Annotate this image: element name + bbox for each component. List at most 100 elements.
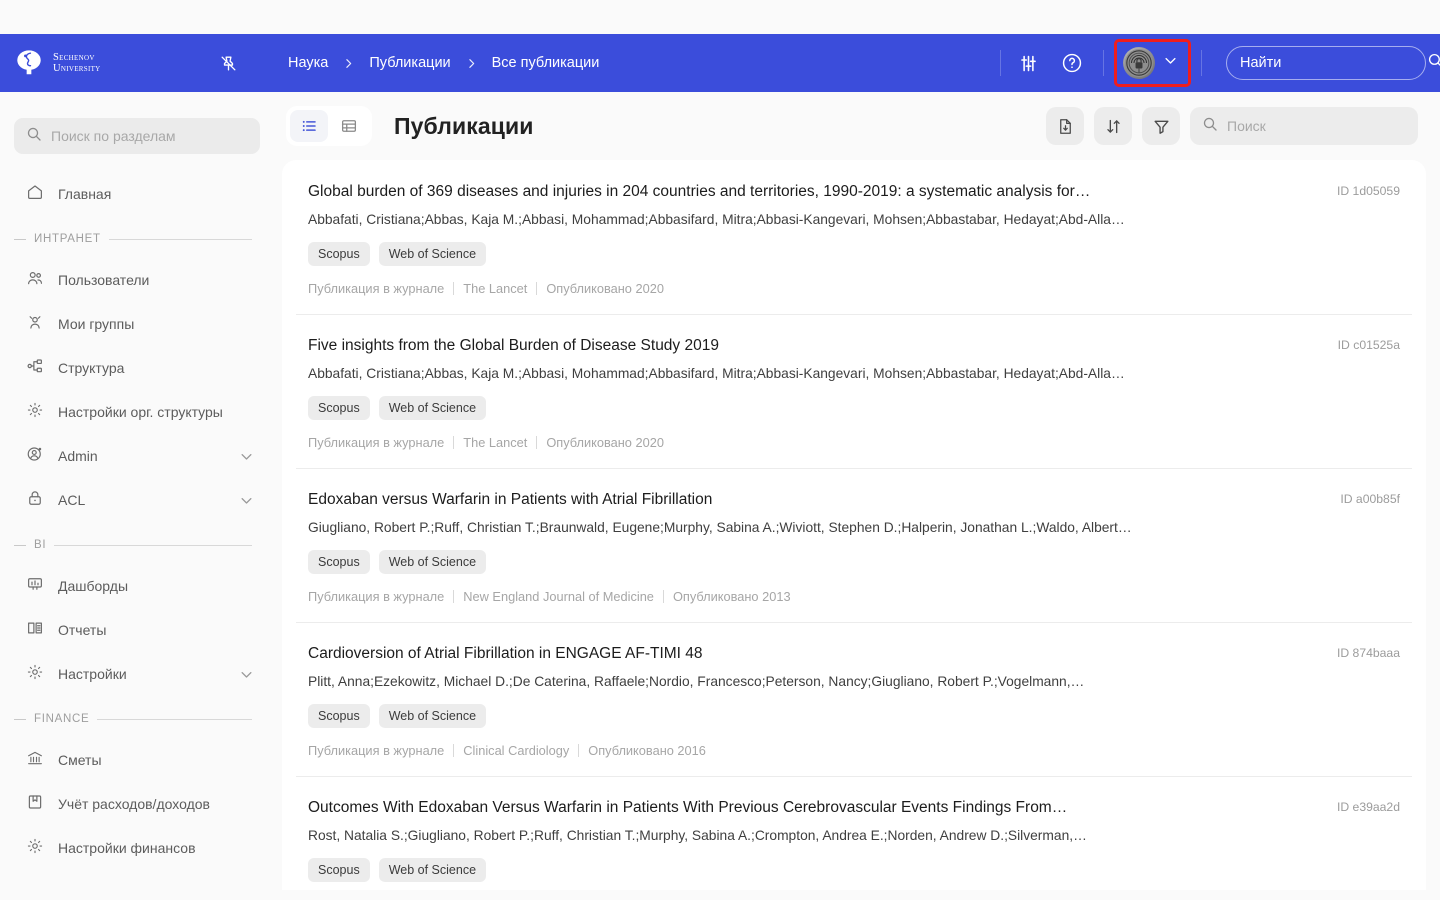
chevron-down-icon[interactable]	[239, 449, 254, 464]
meta-divider	[536, 282, 538, 295]
sidebar-item-label: ACL	[58, 492, 86, 508]
list-view-button[interactable]	[290, 110, 328, 142]
publication-journal: Clinical Cardiology	[463, 743, 570, 758]
filter-button[interactable]	[1142, 107, 1180, 145]
content-search-box[interactable]	[1190, 107, 1418, 145]
chevron-down-icon	[1163, 53, 1178, 73]
dashboard-icon	[26, 575, 44, 598]
publication-type: Публикация в журнале	[308, 589, 445, 604]
export-file-icon	[1059, 118, 1071, 134]
sort-icon	[1106, 119, 1120, 133]
search-icon	[1202, 116, 1218, 137]
list-item[interactable]: Outcomes With Edoxaban Versus Warfarin i…	[282, 776, 1426, 890]
meta-divider	[578, 744, 580, 757]
export-file-button[interactable]	[1046, 107, 1084, 145]
chip-scopus: Scopus	[308, 550, 370, 574]
sidebar-item-label: Мои группы	[58, 316, 135, 332]
publication-title[interactable]: Edoxaban versus Warfarin in Patients wit…	[308, 490, 1400, 510]
sidebar-item-label: Настройки финансов	[58, 840, 196, 856]
gear-icon	[26, 663, 44, 686]
sidebar-item-reports[interactable]: Отчеты	[0, 608, 274, 652]
list-item[interactable]: Five insights from the Global Burden of …	[282, 314, 1426, 468]
header-divider	[1103, 50, 1104, 76]
sidebar-item-label: Главная	[58, 186, 112, 202]
sidebar-search-input[interactable]	[51, 128, 248, 144]
publication-title[interactable]: Outcomes With Edoxaban Versus Warfarin i…	[308, 798, 1400, 818]
chip-web-of-science: Web of Science	[378, 242, 487, 266]
sidebar-search-box[interactable]	[14, 118, 260, 154]
publication-authors: Giugliano, Robert P.;Ruff, Christian T.;…	[308, 520, 1132, 535]
pin-off-icon[interactable]	[214, 49, 242, 77]
chevron-down-icon[interactable]	[239, 667, 254, 682]
content-toolbar: Публикации	[274, 92, 1440, 160]
main-content: Публикации Поиск Global burden of 369 di…	[274, 92, 1440, 900]
breadcrumb-item-0[interactable]: Наука	[288, 55, 328, 71]
sidebar-item-acl[interactable]: ACL	[0, 478, 274, 522]
chip-web-of-science: Web of Science	[378, 858, 487, 882]
chip-web-of-science: Web of Science	[378, 396, 487, 420]
publication-published: Опубликовано 2013	[672, 589, 791, 604]
content-search-input[interactable]	[1227, 118, 1408, 134]
sidebar-item-my-groups[interactable]: Мои группы	[0, 302, 274, 346]
brand-line-2: University	[53, 63, 101, 74]
sidebar-item-label: Отчеты	[58, 622, 107, 638]
sidebar-item-users[interactable]: Пользователи	[0, 258, 274, 302]
sidebar-item-bi-settings[interactable]: Настройки	[0, 652, 274, 696]
sidebar-item-label: Структура	[58, 360, 125, 376]
sort-button[interactable]	[1094, 107, 1132, 145]
publication-title[interactable]: Cardioversion of Atrial Fibrillation in …	[308, 644, 1400, 664]
list-item[interactable]: Cardioversion of Atrial Fibrillation in …	[282, 622, 1426, 776]
publication-title[interactable]: Global burden of 369 diseases and injuri…	[308, 182, 1400, 202]
sidebar-item-structure[interactable]: Структура	[0, 346, 274, 390]
list-item[interactable]: Edoxaban versus Warfarin in Patients wit…	[282, 468, 1426, 622]
chevron-down-icon[interactable]	[239, 493, 254, 508]
page-title: Публикации	[394, 112, 534, 139]
sidebar-item-finance-settings[interactable]: Настройки финансов	[0, 826, 274, 864]
sidebar-item-label: Пользователи	[58, 272, 150, 288]
breadcrumb-item-2[interactable]: Все публикации	[492, 55, 600, 71]
sidebar-item-home[interactable]: Главная	[0, 172, 274, 216]
list-item[interactable]: Global burden of 369 diseases and injuri…	[282, 160, 1426, 314]
view-mode-toggle	[286, 106, 372, 146]
meta-divider	[453, 436, 455, 449]
tree-logo-icon	[17, 50, 41, 75]
sidebar-group-finance: FINANCE	[0, 704, 274, 734]
header-search-input[interactable]	[1240, 55, 1427, 71]
table-view-button[interactable]	[330, 110, 368, 142]
pin-glyph	[220, 55, 236, 71]
table-view-icon	[341, 120, 357, 132]
search-icon	[26, 126, 42, 147]
help-glyph	[1062, 53, 1082, 73]
brand-logo[interactable]: Sechenov University	[14, 48, 194, 78]
sidebar-item-admin[interactable]: Admin	[0, 434, 274, 478]
publication-title[interactable]: Five insights from the Global Burden of …	[308, 336, 1400, 356]
sidebar-item-expense-income[interactable]: Учёт расходов/доходов	[0, 782, 274, 826]
publication-meta: Публикация в журнале Clinical Cardiology…	[308, 743, 1400, 758]
chip-scopus: Scopus	[308, 396, 370, 420]
profile-menu-button[interactable]	[1114, 39, 1191, 87]
sidebar-item-estimates[interactable]: Сметы	[0, 738, 274, 782]
group-rule	[108, 238, 252, 240]
search-icon	[1427, 52, 1440, 74]
breadcrumb-item-1[interactable]: Публикации	[369, 55, 450, 71]
group-dash	[14, 544, 26, 546]
top-header-bar: Sechenov University Наука Публикации Все…	[0, 34, 1440, 92]
header-search-box[interactable]	[1226, 46, 1440, 80]
sidebar: Главная ИНТРАНЕТ Пользователи Мои группы	[0, 92, 274, 864]
chip-scopus: Scopus	[308, 704, 370, 728]
publication-journal: The Lancet	[463, 281, 528, 296]
settings-sliders-icon[interactable]	[1011, 46, 1045, 80]
publication-published: Опубликовано 2020	[546, 281, 664, 296]
sidebar-item-dashboards[interactable]: Дашборды	[0, 564, 274, 608]
users-icon	[26, 269, 44, 292]
publication-id: ID c01525a	[1337, 338, 1400, 352]
sidebar-item-org-structure-settings[interactable]: Настройки орг. структуры	[0, 390, 274, 434]
sidebar-item-label: Admin	[58, 448, 98, 464]
chip-scopus: Scopus	[308, 242, 370, 266]
help-circle-icon[interactable]	[1055, 46, 1089, 80]
brand-line-1: Sechenov	[53, 51, 95, 63]
publication-published: Опубликовано 2020	[546, 435, 664, 450]
gear-icon	[26, 837, 44, 860]
filter-icon	[1153, 120, 1169, 134]
sidebar-group-label: BI	[34, 539, 47, 551]
